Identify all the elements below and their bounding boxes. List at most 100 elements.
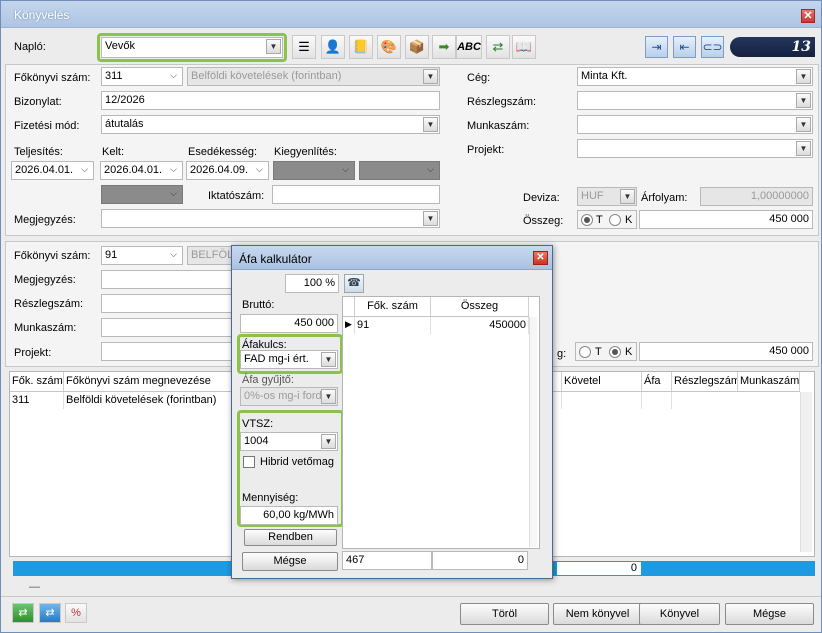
- projekt2-field[interactable]: [101, 342, 237, 361]
- green-arrow-icon[interactable]: ➡: [432, 35, 456, 59]
- swap-green-icon[interactable]: ⇄: [12, 603, 34, 623]
- radio-k[interactable]: [609, 214, 621, 226]
- megse-button[interactable]: Mégse: [725, 603, 814, 625]
- ceg-select[interactable]: Minta Kft. ▼: [577, 67, 813, 86]
- megjegyzes2-field[interactable]: [101, 270, 237, 289]
- fizetesi-select[interactable]: átutalás ▼: [101, 115, 440, 134]
- bizonylat-label: Bizonylat:: [14, 96, 62, 108]
- reszlegszam-label: Részlegszám:: [467, 96, 537, 108]
- col-kovetel[interactable]: Követel: [562, 372, 642, 391]
- dialog-megse-button[interactable]: Mégse: [242, 552, 338, 571]
- fokonyvi-name-field: Belföldi követelések (forintban) ▼: [187, 67, 440, 86]
- table-scrollbar[interactable]: [800, 392, 812, 552]
- munkaszam2-field[interactable]: [101, 318, 237, 337]
- fokonyvi2-select[interactable]: 91 ⌵: [101, 246, 183, 265]
- radio2-t[interactable]: [579, 346, 591, 358]
- fizetesi-value: átutalás: [105, 118, 144, 130]
- brutto-field[interactable]: 450 000: [240, 314, 338, 333]
- radio2-k[interactable]: [609, 346, 621, 358]
- chevron-down-icon: ▼: [321, 434, 336, 449]
- row-afa[interactable]: [642, 392, 672, 409]
- kiegyenlites-date-2[interactable]: ⌵: [359, 161, 440, 180]
- transfer-icon[interactable]: ⇄: [486, 35, 510, 59]
- radio-t[interactable]: [581, 214, 593, 226]
- extra-select[interactable]: ⌵: [101, 185, 183, 204]
- title-bar[interactable]: Könyvelés ✕: [1, 1, 821, 28]
- person-icon[interactable]: 👤: [321, 35, 345, 59]
- deviza-label: Deviza:: [523, 192, 560, 204]
- grid-col-osszeg[interactable]: Összeg: [431, 297, 529, 316]
- konyvel-button[interactable]: Könyvel: [639, 603, 720, 625]
- nem-konyvel-button[interactable]: Nem könyvel: [553, 603, 642, 625]
- vtsz-select[interactable]: 1004 ▼: [240, 432, 338, 451]
- reszlegszam2-label: Részlegszám:: [14, 298, 84, 310]
- grid-row-fok[interactable]: 91: [355, 317, 431, 334]
- calculator-icon[interactable]: ☎: [344, 274, 364, 293]
- col-munkaszam[interactable]: Munkaszám: [738, 372, 800, 391]
- teljesites-label: Teljesítés:: [14, 146, 63, 158]
- fokonyvi-select[interactable]: 311 ⌵: [101, 67, 183, 86]
- close-icon[interactable]: ✕: [533, 251, 548, 265]
- kelt-date[interactable]: 2026.04.01. ⌵: [100, 161, 183, 180]
- projekt2-label: Projekt:: [14, 347, 52, 359]
- dialog-title: Áfa kalkulátor: [239, 252, 312, 266]
- naplo-highlight: [97, 33, 287, 62]
- col-afa[interactable]: Áfa: [642, 372, 672, 391]
- book-user-icon[interactable]: 📒: [349, 35, 373, 59]
- osszeg-label: Összeg:: [523, 215, 564, 227]
- projekt-select[interactable]: ▼: [577, 139, 813, 158]
- spellcheck-icon[interactable]: ABC: [456, 35, 482, 59]
- osszeg2-field[interactable]: 450 000: [639, 342, 813, 361]
- col-fok-szam[interactable]: Fők. szám: [10, 372, 64, 391]
- arfolyam-field[interactable]: 1,00000000: [700, 187, 813, 206]
- grid-scrollbar[interactable]: [529, 317, 537, 547]
- chevron-down-icon: ▼: [620, 189, 635, 204]
- teljesites-date[interactable]: 2026.04.01. ⌵: [11, 161, 94, 180]
- osszeg-field[interactable]: 450 000: [639, 210, 813, 229]
- footer-total: 0: [557, 562, 641, 575]
- reszlegszam2-field[interactable]: [101, 294, 237, 313]
- export-icon[interactable]: ⇤: [673, 36, 696, 58]
- ledger-icon[interactable]: 📖: [512, 35, 536, 59]
- kelt-label: Kelt:: [102, 146, 125, 158]
- iktatoszam-field[interactable]: [272, 185, 440, 204]
- sum-left: 467: [342, 551, 432, 570]
- import-icon[interactable]: ⇥: [645, 36, 668, 58]
- megjegyzes-select[interactable]: ▼: [101, 209, 440, 228]
- box-icon[interactable]: 📦: [405, 35, 429, 59]
- grid-col-fok[interactable]: Fők. szám: [355, 297, 431, 316]
- torol-button[interactable]: Töröl: [460, 603, 549, 625]
- link-icon[interactable]: ⊂⊃: [701, 36, 724, 58]
- document-list-icon[interactable]: ☰: [292, 35, 316, 59]
- hibrid-label: Hibrid vetőmag: [260, 456, 334, 468]
- brutto-label: Bruttó:: [242, 299, 275, 311]
- dialog-grid[interactable]: Fők. szám Összeg ▶ 91 450000: [342, 296, 540, 549]
- close-icon[interactable]: ✕: [801, 9, 815, 23]
- vtsz-value: 1004: [244, 435, 269, 447]
- chevron-down-icon: ▼: [796, 93, 811, 108]
- row-fok[interactable]: 311: [10, 392, 64, 409]
- esedekesseg-date[interactable]: 2026.04.09. ⌵: [186, 161, 269, 180]
- munkaszam-select[interactable]: ▼: [577, 115, 813, 134]
- swap-blue-icon[interactable]: ⇄: [39, 603, 61, 623]
- dialog-title-bar[interactable]: Áfa kalkulátor ✕: [232, 246, 552, 270]
- mennyiseg-field[interactable]: 60,00 kg/MWh: [240, 506, 338, 525]
- fokonyvi-label: Főkönyvi szám:: [14, 72, 91, 84]
- fokonyvi2-name: BELFÖLDI: [187, 246, 237, 265]
- col-reszlegszam[interactable]: Részlegszám: [672, 372, 738, 391]
- reszlegszam-select[interactable]: ▼: [577, 91, 813, 110]
- record-counter: 13: [730, 37, 815, 57]
- kiegyenlites-date-1[interactable]: ⌵: [273, 161, 355, 180]
- rendben-button[interactable]: Rendben: [244, 529, 337, 546]
- percent-edit-icon[interactable]: %: [65, 603, 87, 623]
- row-kovetel[interactable]: [562, 392, 642, 409]
- hibrid-checkbox[interactable]: [243, 456, 255, 468]
- grid-row-osszeg[interactable]: 450000: [431, 317, 529, 334]
- radio2-k-label: K: [625, 346, 633, 358]
- mennyiseg-label: Mennyiség:: [242, 492, 299, 504]
- percent-field[interactable]: 100 %: [285, 274, 339, 293]
- palette-icon[interactable]: 🎨: [377, 35, 401, 59]
- bizonylat-field[interactable]: 12/2026: [101, 91, 440, 110]
- chevron-down-icon: ⌵: [170, 70, 177, 80]
- deviza-select[interactable]: HUF ▼: [577, 187, 637, 206]
